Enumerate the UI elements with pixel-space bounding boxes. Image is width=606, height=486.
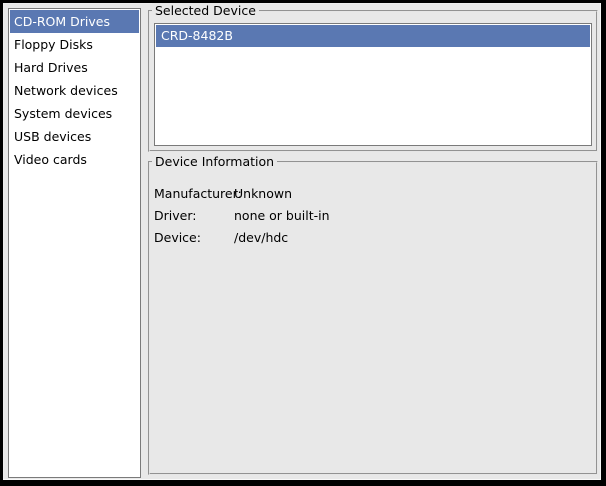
manufacturer-value: Unknown	[234, 183, 292, 205]
selected-device-list[interactable]: CRD-8482B	[154, 23, 592, 146]
sidebar-item-system-devices[interactable]: System devices	[10, 102, 139, 125]
sidebar-item-video-cards[interactable]: Video cards	[10, 148, 139, 171]
sidebar-item-cd-rom-drives[interactable]: CD-ROM Drives	[10, 10, 139, 33]
device-name: CRD-8482B	[161, 28, 233, 43]
manufacturer-label: Manufacturer:	[154, 183, 234, 205]
sidebar-item-label: Hard Drives	[14, 60, 88, 75]
sidebar-item-label: System devices	[14, 106, 112, 121]
device-list-item[interactable]: CRD-8482B	[156, 25, 590, 47]
device-information-frame: Device Information Manufacturer: Unknown…	[148, 161, 598, 475]
sidebar-item-floppy-disks[interactable]: Floppy Disks	[10, 33, 139, 56]
selected-device-frame-label: Selected Device	[152, 3, 259, 19]
sidebar-item-label: CD-ROM Drives	[14, 14, 110, 29]
info-row-device: Device: /dev/hdc	[154, 227, 596, 249]
sidebar-item-label: USB devices	[14, 129, 91, 144]
sidebar-item-network-devices[interactable]: Network devices	[10, 79, 139, 102]
info-row-driver: Driver: none or built-in	[154, 205, 596, 227]
driver-label: Driver:	[154, 205, 234, 227]
device-label: Device:	[154, 227, 234, 249]
sidebar-item-label: Floppy Disks	[14, 37, 93, 52]
sidebar-item-usb-devices[interactable]: USB devices	[10, 125, 139, 148]
driver-value: none or built-in	[234, 205, 330, 227]
device-value: /dev/hdc	[234, 227, 288, 249]
selected-device-frame: Selected Device CRD-8482B	[148, 10, 598, 152]
device-category-list[interactable]: CD-ROM Drives Floppy Disks Hard Drives N…	[8, 8, 141, 478]
sidebar-item-hard-drives[interactable]: Hard Drives	[10, 56, 139, 79]
info-row-manufacturer: Manufacturer: Unknown	[154, 183, 596, 205]
device-information-frame-label: Device Information	[152, 154, 277, 170]
device-information-fields: Manufacturer: Unknown Driver: none or bu…	[150, 163, 596, 249]
sidebar-item-label: Network devices	[14, 83, 118, 98]
sidebar-item-label: Video cards	[14, 152, 87, 167]
hardware-browser-window: CD-ROM Drives Floppy Disks Hard Drives N…	[0, 0, 606, 486]
